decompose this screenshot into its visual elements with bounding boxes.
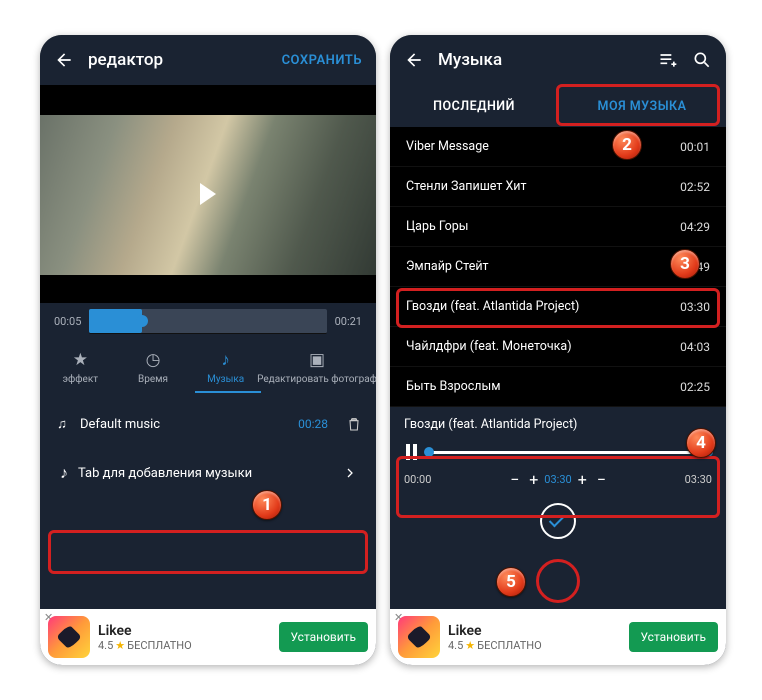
ad-app-icon [398,616,440,658]
track-title: Стенли Запишет Хит [406,179,527,194]
player-controls [404,440,712,464]
page-title: Музыка [438,50,644,70]
check-icon [549,512,565,528]
track-title: Царь Горы [406,219,469,234]
music-tabs: ПОСЛЕДНИЙ МОЯ МУЗЫКА [390,85,726,127]
save-button[interactable]: СОХРАНИТЬ [282,53,362,68]
track-row[interactable]: Быть Взрослым 02:25 [390,367,726,407]
track-duration: 00:01 [680,140,710,154]
plus-end-button[interactable]: + [574,470,591,489]
music-note-icon: ♪ [60,463,68,483]
player-track-title: Гвозди (feat. Atlantida Project) [404,417,712,432]
tab-time[interactable]: ◷ Время [117,350,190,385]
header: Музыка [390,35,726,85]
badge-4: 4 [686,428,716,458]
tab-music[interactable]: ♪ Музыка [189,350,262,385]
track-duration: 03:30 [680,300,710,314]
ad-install-button[interactable]: Установить [279,622,368,652]
header: редактор СОХРАНИТЬ [40,35,376,85]
page-title: редактор [88,50,282,70]
track-row[interactable]: Гвозди (feat. Atlantida Project) 03:30 [390,287,726,327]
minus-start-button[interactable]: − [506,470,523,489]
star-icon: ★ [465,639,475,652]
star-icon: ★ [73,350,88,370]
back-icon[interactable] [404,50,424,70]
track-title: Чайлдфри (feat. Монеточка) [406,339,572,354]
tool-tabs: ★ эффект ◷ Время ♪ Музыка ▣ Редактироват… [40,344,376,389]
ad-title: Likee [98,623,271,639]
ad-text: Likee 4.5 ★ БЕСПЛАТНО [98,623,271,652]
ad-banner[interactable]: ✕ Likee 4.5 ★ БЕСПЛАТНО Установить [40,609,376,665]
active-tab-underline [195,391,261,393]
add-music-button[interactable]: ♪ Tab для добавления музыки [50,451,366,495]
music-picker-screen: Музыка ПОСЛЕДНИЙ МОЯ МУЗЫКА Viber Messag… [390,35,726,665]
ad-text: Likee 4.5 ★ БЕСПЛАТНО [448,623,621,652]
music-note-icon: ♪ [221,350,230,370]
editor-screen: редактор СОХРАНИТЬ 00:05 00:21 ★ эффект … [40,35,376,665]
default-music-duration: 00:28 [298,417,328,431]
player-track-bar[interactable] [427,451,710,454]
track-row[interactable]: Царь Горы 04:29 [390,207,726,247]
badge-1: 1 [252,490,282,520]
default-music-row[interactable]: ♫ Default music 00:28 [40,403,376,445]
minus-end-button[interactable]: − [593,470,610,489]
confirm-row [390,495,726,547]
track-row[interactable]: Viber Message 00:01 [390,127,726,167]
music-note-icon: ♫ [54,416,70,432]
image-icon: ▣ [309,350,325,370]
video-preview[interactable] [40,85,376,303]
track-title: Быть Взрослым [406,379,501,394]
play-icon[interactable] [200,183,216,205]
ad-install-button[interactable]: Установить [629,622,718,652]
scrubber-track[interactable] [89,309,326,334]
star-icon: ★ [115,639,125,652]
track-title: Гвозди (feat. Atlantida Project) [406,299,579,314]
ad-title: Likee [448,623,621,639]
highlight-5 [536,559,580,603]
track-row[interactable]: Чайлдфри (feat. Монеточка) 04:03 [390,327,726,367]
player-start-time: 00:00 [404,473,431,486]
playlist-add-icon[interactable] [658,50,678,70]
back-icon[interactable] [54,50,74,70]
track-duration: 04:03 [680,340,710,354]
ad-banner[interactable]: ✕ Likee 4.5 ★ БЕСПЛАТНО Установить [390,609,726,665]
confirm-button[interactable] [540,503,576,539]
scrubber-start: 00:05 [54,315,81,328]
video-scrubber[interactable]: 00:05 00:21 [40,303,376,344]
badge-3: 3 [670,249,700,279]
badge-5: 5 [496,567,526,597]
track-title: Эмпайр Стейт [406,259,489,274]
add-music-label: Tab для добавления музыки [78,466,334,481]
tab-edit-photo[interactable]: ▣ Редактировать фотограф [262,350,372,385]
track-duration: 04:29 [680,220,710,234]
default-music-label: Default music [80,417,288,432]
scrubber-knob[interactable] [136,315,148,327]
track-title: Viber Message [406,139,489,154]
clock-icon: ◷ [146,350,161,370]
pause-button[interactable] [406,444,417,460]
highlight-1 [48,530,368,574]
track-row[interactable]: Стенли Запишет Хит 02:52 [390,167,726,207]
player-end-time: 03:30 [685,473,712,486]
delete-icon[interactable] [346,415,362,433]
badge-2: 2 [612,130,642,160]
player-knob-start[interactable] [424,447,434,457]
tab-effect[interactable]: ★ эффект [44,350,117,385]
tab-recent[interactable]: ПОСЛЕДНИЙ [390,85,558,127]
tab-my-music[interactable]: МОЯ МУЗЫКА [558,85,726,127]
player-time-controls: 00:00 − + 03:30 + − 03:30 [404,470,712,489]
chevron-right-icon [344,464,356,482]
ad-app-icon [48,616,90,658]
track-duration: 02:25 [680,380,710,394]
search-icon[interactable] [692,50,712,70]
track-duration: 02:52 [680,180,710,194]
player-mid-time: 03:30 [544,473,571,486]
music-player: Гвозди (feat. Atlantida Project) 00:00 −… [390,407,726,495]
scrubber-end: 00:21 [335,315,362,328]
plus-start-button[interactable]: + [525,470,542,489]
